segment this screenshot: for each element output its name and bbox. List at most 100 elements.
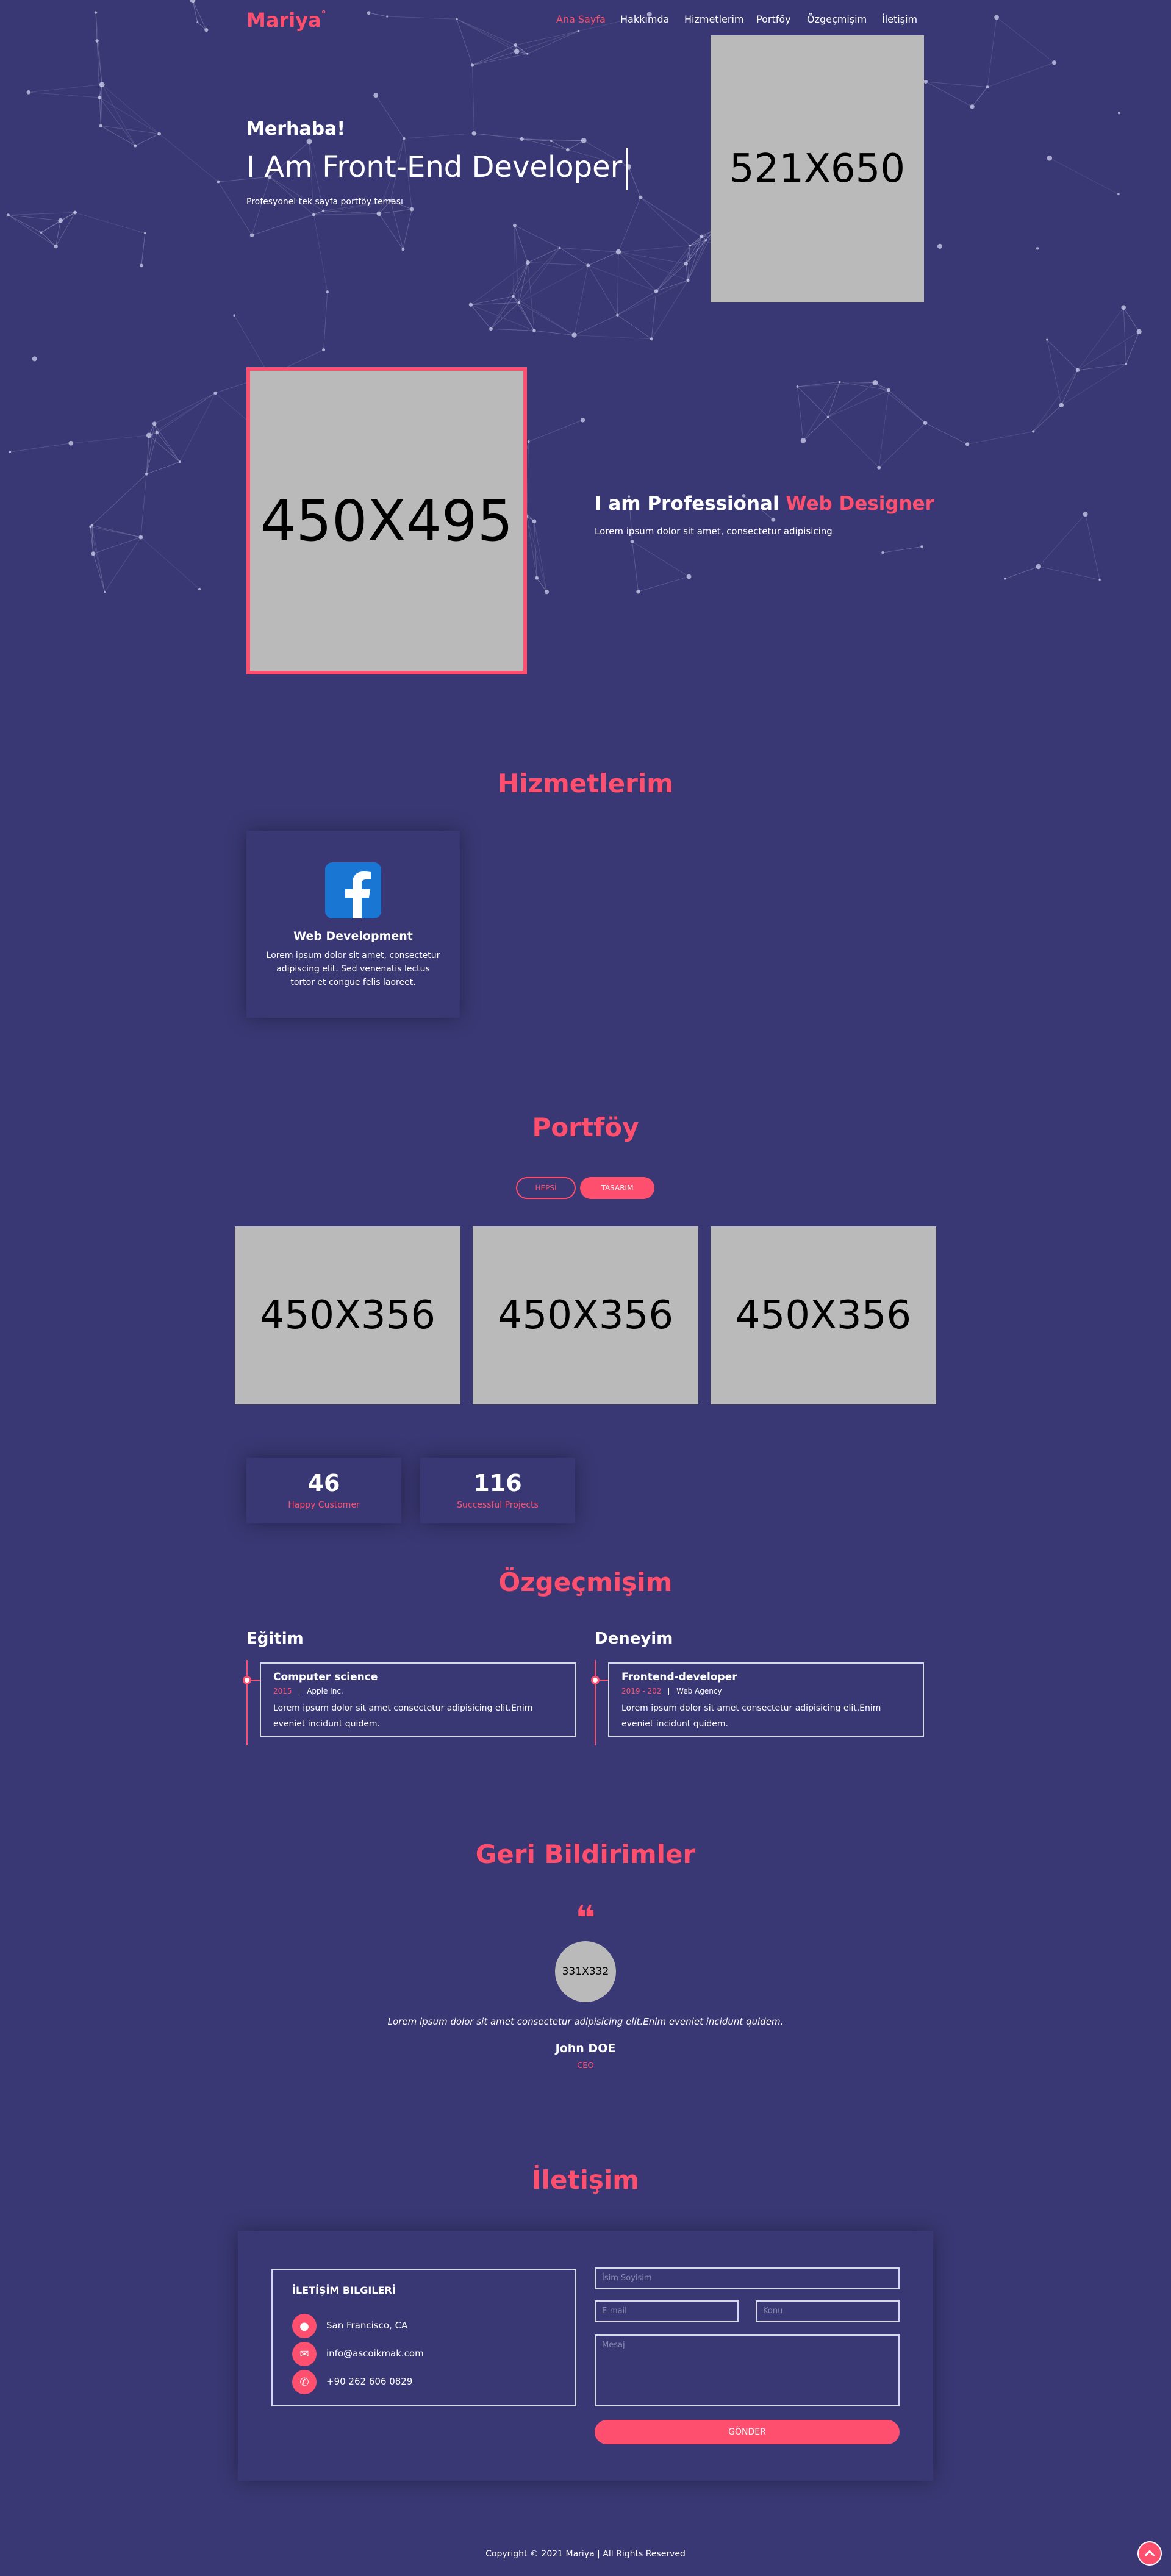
network-node (771, 517, 776, 522)
network-link (638, 576, 689, 592)
hero-image-label: 521X650 (729, 146, 906, 191)
network-link (404, 133, 474, 139)
network-node (577, 30, 580, 32)
portfolio-title: Portföy (532, 1112, 639, 1142)
contact-phone[interactable]: +90 262 606 0829 (326, 2376, 412, 2387)
network-node (157, 132, 162, 136)
network-link (10, 443, 71, 453)
network-link (883, 546, 922, 553)
network-link (472, 65, 474, 134)
service-title: Web Development (293, 929, 413, 943)
testimonial-name: John DOE (555, 2042, 616, 2055)
network-link (925, 423, 968, 445)
network-node (1121, 305, 1126, 310)
filter-design-button[interactable]: TASARIM (580, 1177, 654, 1199)
email-field[interactable]: E-mail (595, 2300, 739, 2322)
network-node (196, 21, 199, 24)
particle-network-background (7, 0, 1142, 595)
stat-label: Happy Customer (288, 1500, 360, 1510)
network-node (94, 11, 98, 14)
network-link (1047, 339, 1078, 371)
portfolio-item-label: 450X356 (259, 1293, 436, 1338)
portfolio-item-label: 450X356 (497, 1293, 674, 1338)
network-link (101, 84, 160, 134)
network-link (551, 140, 584, 141)
network-node (686, 574, 692, 579)
portfolio-item[interactable]: 450X356 (711, 1226, 936, 1404)
network-link (313, 213, 379, 215)
facebook-icon (325, 862, 381, 918)
network-link (513, 248, 560, 297)
network-link (456, 18, 528, 54)
network-link (588, 265, 657, 292)
network-link (528, 420, 583, 442)
network-node (513, 223, 517, 227)
network-node (58, 218, 63, 223)
message-field[interactable]: Mesaj (595, 2334, 900, 2406)
network-node (532, 329, 536, 333)
nav-item-resume[interactable]: Özgeçmişim (807, 13, 867, 25)
typing-cursor (626, 148, 628, 190)
network-node (615, 249, 621, 255)
network-link (559, 247, 589, 266)
nav-item-home[interactable]: Ana Sayfa (556, 13, 606, 25)
submit-button[interactable]: GÖNDER (595, 2420, 900, 2444)
contact-info-box: İLETİŞİM BILGILERİ ● San Francisco, CA ✉… (271, 2269, 576, 2406)
experience-place: Web Agency (676, 1687, 722, 1695)
network-link (925, 81, 988, 88)
name-field[interactable]: İsim Soyisim (595, 2267, 900, 2289)
network-link (146, 423, 155, 474)
network-node (217, 180, 220, 184)
network-node (54, 244, 58, 249)
education-title: Computer science (273, 1671, 378, 1683)
network-node (322, 209, 325, 212)
network-link (490, 328, 534, 331)
network-node (456, 18, 458, 21)
network-link (101, 125, 160, 134)
network-link (472, 51, 517, 66)
hero-subtitle: Profesyonel tek sayfa portföy teması (246, 197, 403, 207)
network-node (586, 263, 590, 267)
portfolio-item[interactable]: 450X356 (235, 1226, 460, 1404)
network-node (326, 290, 329, 293)
education-connector (251, 1680, 260, 1681)
network-node (95, 39, 99, 43)
network-link (490, 302, 520, 329)
network-node (881, 551, 884, 554)
network-node (526, 52, 529, 55)
network-node (409, 207, 414, 212)
logo-dot: ° (321, 9, 326, 20)
network-link (651, 291, 657, 339)
network-link (972, 87, 988, 107)
network-node (1117, 193, 1120, 196)
network-link (925, 81, 973, 107)
network-node (139, 263, 143, 268)
network-node (525, 260, 530, 265)
network-link (154, 392, 216, 424)
filter-all-button[interactable]: HEPSİ (516, 1177, 576, 1199)
network-link (528, 247, 560, 263)
subject-field[interactable]: Konu (756, 2300, 900, 2322)
nav-item-services[interactable]: Hizmetlerim (684, 13, 743, 25)
hero-greeting: Merhaba! (246, 118, 345, 140)
network-node (639, 195, 643, 199)
portfolio-item[interactable]: 450X356 (473, 1226, 698, 1404)
portfolio-item-label: 450X356 (735, 1293, 912, 1338)
network-node (471, 131, 477, 136)
contact-email[interactable]: info@ascoikmak.com (326, 2348, 424, 2359)
nav-item-contact[interactable]: İletişim (882, 13, 917, 25)
network-node (1075, 368, 1080, 373)
hero-headline-text: I Am Front-End Developer (246, 150, 623, 184)
scroll-to-top-button[interactable] (1137, 2541, 1162, 2566)
network-node (89, 525, 91, 528)
network-link (490, 262, 528, 329)
network-node (1098, 578, 1101, 581)
network-node (249, 233, 254, 237)
education-years: 2015 (273, 1687, 292, 1695)
nav-item-about[interactable]: Hakkımda (620, 13, 669, 25)
network-link (135, 133, 160, 146)
network-link (987, 62, 1055, 88)
nav-item-portfolio[interactable]: Portföy (756, 13, 791, 25)
site-logo[interactable]: Mariya° (246, 9, 326, 32)
network-node (580, 417, 586, 423)
